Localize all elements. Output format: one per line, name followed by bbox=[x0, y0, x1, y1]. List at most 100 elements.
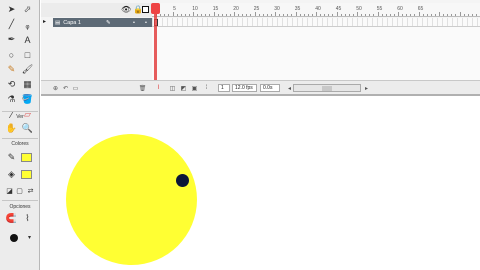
ruler-tick bbox=[451, 14, 453, 16]
ruler-tick bbox=[250, 14, 252, 16]
ruler-tick bbox=[258, 14, 260, 16]
zoom-tool-icon[interactable]: 🔍 bbox=[21, 122, 34, 135]
layer-visible-dot[interactable]: • bbox=[133, 20, 135, 26]
scrollbar-thumb[interactable] bbox=[322, 86, 332, 91]
line-tool-icon[interactable]: ╱ bbox=[5, 18, 18, 31]
fill-transform-tool-icon[interactable]: ▦ bbox=[21, 78, 34, 91]
frame-ruler[interactable]: 5 10 15 20 25 30 35 40 45 50 55 60 65 bbox=[152, 3, 480, 17]
frame-rate-field[interactable]: 12.0 fps bbox=[232, 84, 257, 92]
ruler-tick bbox=[201, 14, 203, 16]
ruler-tick bbox=[324, 14, 326, 16]
layer-name: Capa 1 bbox=[63, 19, 81, 26]
ruler-tick-label: 5 bbox=[173, 6, 176, 12]
dark-blue-dot-shape[interactable] bbox=[176, 174, 189, 187]
pen-tool-icon[interactable]: ✒ bbox=[5, 33, 18, 46]
text-tool-icon[interactable]: A bbox=[21, 33, 34, 46]
modify-onion-markers-icon[interactable]: ⁞ bbox=[202, 84, 211, 92]
playhead[interactable] bbox=[154, 3, 157, 81]
current-frame-field[interactable]: 1 bbox=[218, 84, 230, 92]
ruler-tick bbox=[352, 14, 354, 16]
fill-color-swatch[interactable] bbox=[21, 170, 32, 179]
swap-colors-icon[interactable]: ⇄ bbox=[24, 184, 37, 197]
layer-type-icon: ▤ bbox=[55, 19, 61, 26]
center-frame-icon[interactable]: ǀ bbox=[154, 84, 163, 92]
ink-bottle-tool-icon[interactable]: ⚗ bbox=[5, 93, 18, 106]
ruler-tick bbox=[447, 14, 449, 16]
add-motion-guide-icon[interactable]: ↶ bbox=[61, 84, 70, 92]
ruler-tick bbox=[475, 14, 477, 16]
delete-layer-icon[interactable]: 🗑 bbox=[138, 84, 147, 92]
ruler-tick-label: 50 bbox=[356, 6, 362, 12]
onion-skin-outlines-icon[interactable]: ◩ bbox=[179, 84, 188, 92]
ruler-tick bbox=[238, 14, 240, 16]
ruler-tick bbox=[176, 14, 178, 16]
ruler-tick-label: 30 bbox=[274, 6, 280, 12]
ruler-tick-label: 20 bbox=[233, 6, 239, 12]
ruler-tick bbox=[172, 12, 174, 16]
insert-layer-icon[interactable]: ⊕ bbox=[51, 84, 60, 92]
playhead-handle[interactable] bbox=[151, 3, 160, 14]
subselection-tool-icon[interactable]: ⬀ bbox=[21, 3, 34, 16]
timeline-menu-icon[interactable]: ▸ bbox=[43, 18, 46, 25]
ruler-tick bbox=[348, 14, 350, 16]
hand-tool-icon[interactable]: ✋ bbox=[5, 122, 18, 135]
elapsed-time-field[interactable]: 0.0s bbox=[260, 84, 280, 92]
ruler-tick bbox=[389, 14, 391, 16]
brush-size-icon[interactable] bbox=[10, 234, 18, 242]
snap-to-objects-icon[interactable]: 🧲 bbox=[5, 212, 18, 225]
brush-size-dropdown-icon[interactable]: ▾ bbox=[23, 231, 36, 244]
lasso-tool-icon[interactable]: ᵩ bbox=[21, 18, 34, 31]
paint-bucket-tool-icon[interactable]: 🪣 bbox=[21, 93, 34, 106]
layer-header: 👁 🔒 bbox=[41, 3, 152, 17]
oval-tool-icon[interactable]: ○ bbox=[5, 48, 18, 61]
ruler-tick bbox=[291, 14, 293, 16]
show-hide-layers-icon[interactable]: 👁 bbox=[121, 5, 131, 14]
ruler-tick bbox=[234, 12, 235, 16]
ruler-tick bbox=[365, 14, 367, 16]
ruler-tick bbox=[316, 12, 317, 16]
ruler-tick bbox=[467, 14, 469, 16]
insert-layer-folder-icon[interactable]: ▭ bbox=[71, 84, 80, 92]
pencil-tool-icon[interactable]: ✎ bbox=[5, 63, 18, 76]
free-transform-tool-icon[interactable]: ⟲ bbox=[5, 78, 18, 91]
edit-multiple-frames-icon[interactable]: ▣ bbox=[190, 84, 199, 92]
ruler-tick bbox=[164, 14, 166, 16]
rectangle-tool-icon[interactable]: □ bbox=[21, 48, 34, 61]
stroke-color-icon[interactable]: ✎ bbox=[5, 151, 18, 164]
colors-section-label: Colores bbox=[11, 141, 29, 147]
scroll-right-icon[interactable]: ▸ bbox=[362, 84, 371, 92]
selection-tool-icon[interactable]: ➤ bbox=[5, 3, 18, 16]
ruler-tick bbox=[381, 14, 383, 16]
ruler-tick bbox=[283, 14, 285, 16]
smooth-option-icon[interactable]: ⌇ bbox=[21, 212, 34, 225]
ruler-tick bbox=[414, 14, 416, 16]
ruler-tick bbox=[320, 14, 322, 16]
ruler-tick-label: 55 bbox=[376, 6, 383, 12]
ruler-tick bbox=[229, 14, 231, 16]
ruler-tick bbox=[279, 14, 281, 16]
brush-tool-icon[interactable]: 🖌 bbox=[21, 63, 34, 76]
stroke-color-swatch[interactable] bbox=[21, 153, 32, 162]
ruler-tick bbox=[455, 14, 457, 16]
tools-panel: ➤ ⬀ ╱ ᵩ ✒ A ○ □ ✎ 🖌 ⟲ ▦ ⚗ 🪣 ⁄ ▱ Ver ✋ 🔍 … bbox=[0, 0, 40, 270]
ruler-tick bbox=[270, 14, 272, 16]
ruler-tick bbox=[275, 12, 276, 16]
ruler-tick bbox=[217, 14, 219, 16]
ruler-tick bbox=[188, 14, 190, 16]
ruler-tick bbox=[340, 14, 342, 16]
fill-color-icon[interactable]: ◈ bbox=[5, 168, 18, 181]
ruler-tick bbox=[418, 12, 420, 16]
timeline-footer: ⊕ ↶ ▭ 🗑 ǀ ◫ ◩ ▣ ⁞ 1 12.0 fps 0.0s ◂ ▸ bbox=[41, 80, 480, 94]
ruler-tick bbox=[422, 14, 424, 16]
view-section-label: Ver bbox=[16, 114, 24, 120]
layer-row-capa-1[interactable]: ▤ Capa 1 ✎ • • bbox=[53, 18, 159, 27]
outline-layers-icon[interactable] bbox=[142, 6, 149, 13]
ruler-tick bbox=[377, 12, 379, 16]
layer-frames[interactable] bbox=[152, 18, 480, 27]
ruler-tick bbox=[213, 12, 215, 16]
layer-lock-dot[interactable]: • bbox=[145, 20, 147, 26]
timeline-scrollbar[interactable] bbox=[293, 84, 361, 92]
yellow-circle-shape[interactable] bbox=[66, 134, 197, 265]
ruler-tick bbox=[225, 14, 227, 16]
onion-skin-icon[interactable]: ◫ bbox=[168, 84, 177, 92]
